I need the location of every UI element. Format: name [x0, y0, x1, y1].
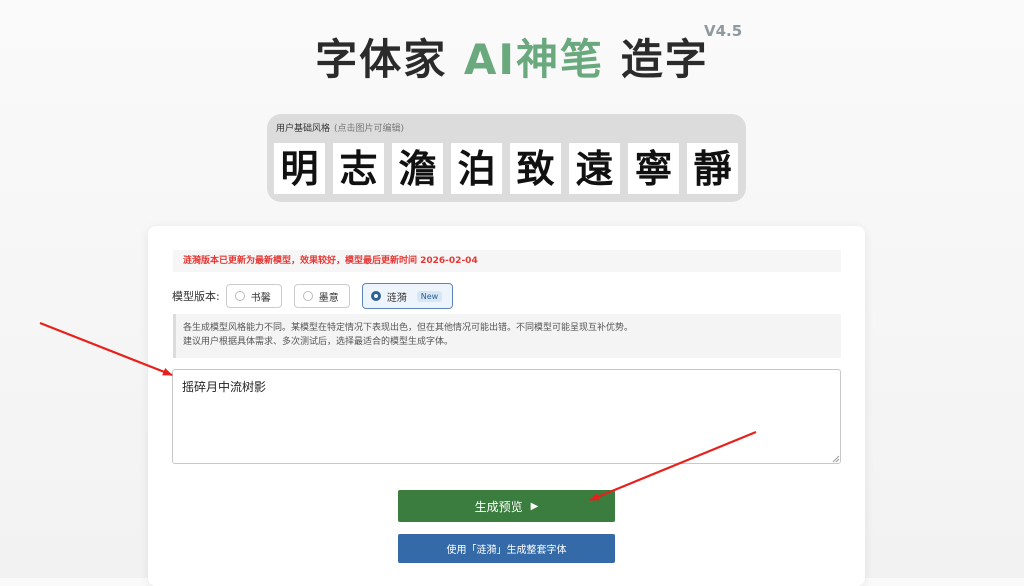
model-option-label: 涟漪	[386, 292, 407, 304]
title-suffix: 造字	[620, 35, 709, 84]
base-style-hint: (点击图片可编辑)	[334, 124, 405, 134]
glyph-tile[interactable]: 泊	[451, 143, 502, 194]
radio-icon	[234, 291, 245, 301]
model-option-moyi[interactable]: 墨意	[293, 284, 350, 308]
model-info-line: 建议用户根据具体需求、多次测试后，选择最适合的模型生成字体。	[183, 337, 454, 347]
glyph-tile[interactable]: 寧	[628, 143, 679, 194]
base-style-box: 用户基础风格 (点击图片可编辑) 明 志 澹 泊 致 遠 寧 靜	[267, 114, 746, 202]
resize-grip-icon[interactable]	[832, 455, 840, 463]
model-option-label: 书馨	[250, 292, 271, 304]
page-title: 字体家 AI神笔 造字	[0, 26, 1024, 87]
generate-full-font-label: 使用「涟漪」生成整套字体	[446, 545, 567, 556]
update-notice: 涟漪版本已更新为最新模型，效果较好，模型最后更新时间 2026-02-04	[173, 250, 841, 272]
model-selector: 模型版本: 书馨 墨意 涟漪 New	[172, 283, 465, 309]
model-option-lianyi[interactable]: 涟漪 New	[361, 283, 454, 309]
text-input[interactable]: 摇碎月中流树影	[172, 369, 841, 464]
model-info: 各生成模型风格能力不同。某模型在特定情况下表现出色，但在其他情况可能出错。不同模…	[173, 314, 841, 358]
generate-full-font-button[interactable]: 使用「涟漪」生成整套字体	[398, 534, 615, 563]
base-style-label: 用户基础风格 (点击图片可编辑)	[276, 121, 404, 134]
glyph-tile[interactable]: 志	[333, 143, 384, 194]
title-accent: AI神笔	[463, 35, 605, 84]
play-icon: ▶	[530, 500, 539, 512]
title-prefix: 字体家	[315, 35, 448, 84]
version-label: V4.5	[704, 22, 743, 40]
glyph-tile[interactable]: 遠	[569, 143, 620, 194]
glyph-tile[interactable]: 致	[510, 143, 561, 194]
model-option-label: 墨意	[318, 292, 339, 304]
radio-selected-icon	[370, 291, 381, 301]
model-label: 模型版本:	[172, 290, 220, 303]
generate-preview-label: 生成预览	[474, 499, 523, 514]
model-option-shuxin[interactable]: 书馨	[225, 284, 282, 308]
model-info-line: 各生成模型风格能力不同。某模型在特定情况下表现出色，但在其他情况可能出错。不同模…	[183, 323, 634, 333]
glyph-tile[interactable]: 澹	[392, 143, 443, 194]
radio-icon	[302, 291, 313, 301]
glyph-tile[interactable]: 明	[274, 143, 325, 194]
generate-preview-button[interactable]: 生成预览 ▶	[398, 490, 615, 522]
base-style-label-text: 用户基础风格	[276, 124, 331, 134]
glyph-list: 明 志 澹 泊 致 遠 寧 靜	[274, 143, 738, 194]
new-badge: New	[416, 290, 443, 302]
glyph-tile[interactable]: 靜	[687, 143, 738, 194]
generator-panel: 涟漪版本已更新为最新模型，效果较好，模型最后更新时间 2026-02-04 模型…	[148, 226, 865, 586]
